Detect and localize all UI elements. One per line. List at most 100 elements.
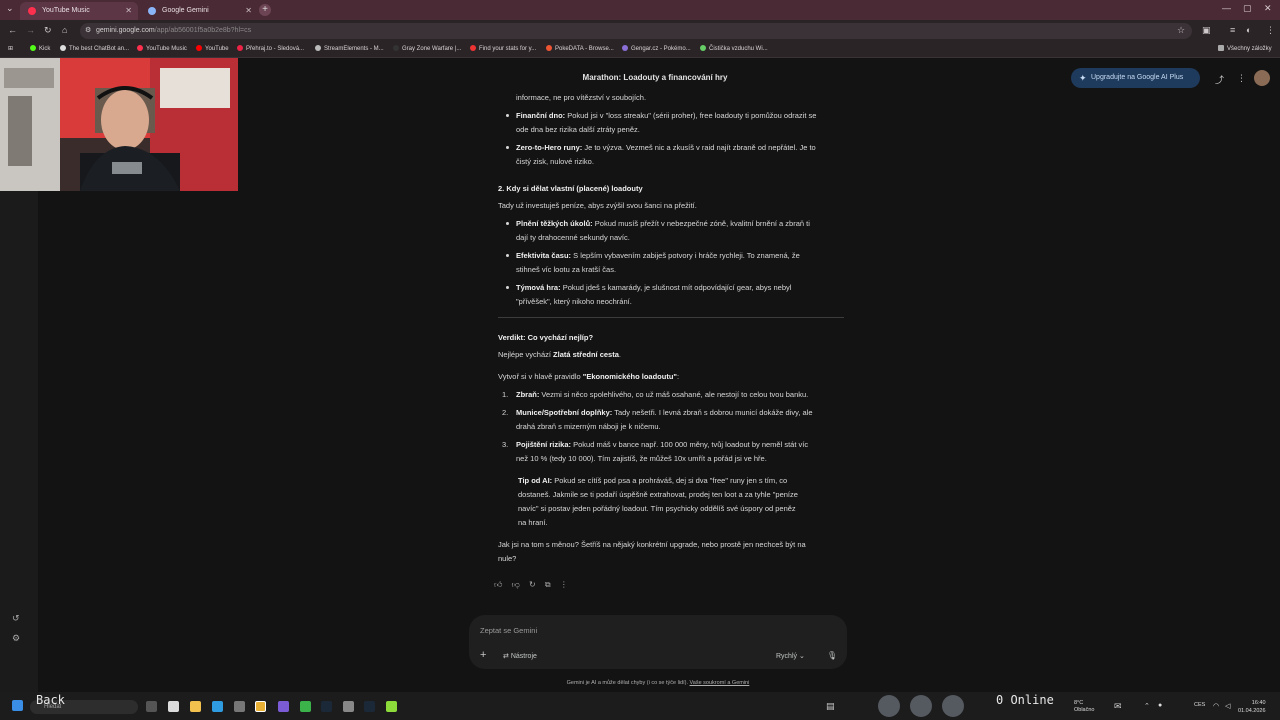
list-item-term: Plnění těžkých úkolů: (516, 219, 593, 228)
settings-icon[interactable]: ⚙ (12, 633, 20, 644)
thumbs-up-icon[interactable]: 👍︎ (494, 580, 502, 589)
extensions-icon[interactable]: ▣ (1202, 25, 1211, 36)
heading-text: 2. Kdy si dělat vlastní (placené) loadou… (498, 184, 643, 193)
chat-icon[interactable]: ▤ (826, 701, 837, 712)
minimize-icon[interactable]: — (1222, 3, 1231, 13)
chevron-down-icon: ⌄ (798, 653, 805, 660)
close-icon[interactable]: ✕ (245, 2, 252, 20)
new-tab-button[interactable]: + (259, 4, 271, 16)
numbered-item: 2. Munice/Spotřební doplňky: Tady nešetř… (502, 406, 846, 434)
app-icon[interactable] (343, 701, 354, 712)
bookmark-stats[interactable]: Find your stats for y... (470, 42, 536, 57)
bookmark-label: Kick (39, 46, 51, 52)
bookmark-chatbot[interactable]: The best ChatBot an... (60, 42, 129, 57)
steam-icon[interactable] (321, 701, 332, 712)
privacy-link[interactable]: Vaše soukromí a Gemini (690, 680, 750, 686)
tab-google-gemini[interactable]: Google Gemini ✕ (140, 2, 258, 20)
prompt-input[interactable] (480, 624, 820, 636)
overlay-button[interactable] (878, 695, 900, 717)
xbox-icon[interactable] (300, 701, 311, 712)
mail-icon[interactable]: ✉ (1114, 701, 1125, 712)
tools-button[interactable]: ⇄ Nástroje (503, 652, 537, 660)
edge-icon[interactable] (212, 701, 223, 712)
weather-widget[interactable]: 8°C Oblačno (1074, 700, 1095, 714)
discord-icon[interactable] (278, 701, 289, 712)
overlay-back-text: Back (36, 693, 65, 707)
language-indicator[interactable]: CES (1194, 702, 1205, 708)
overlay-button[interactable] (942, 695, 964, 717)
bookmark-label: YouTube Music (146, 46, 187, 52)
more-options-icon[interactable]: ⋮ (1237, 73, 1246, 84)
back-icon[interactable]: ← (8, 25, 17, 35)
bookmark-kick[interactable]: Kick (30, 42, 50, 57)
list-item-text: Je to výzva. Vezmeš nic a zkusíš v raid … (582, 143, 816, 152)
bookmark-star-icon[interactable]: ☆ (1177, 25, 1185, 36)
share-icon[interactable]: ⤴ (1215, 73, 1224, 86)
tools-icon: ⇄ (503, 653, 509, 660)
bookmark-prehraj[interactable]: Přehraj.to - Sledová... (237, 42, 304, 57)
overlay-button[interactable] (910, 695, 932, 717)
list-item-text: "přívěšek", který nikoho neochrání. (516, 297, 632, 306)
chrome-icon[interactable] (255, 701, 266, 712)
steam-icon[interactable] (364, 701, 375, 712)
bookmark-streamelements[interactable]: StreamElements - M... (315, 42, 384, 57)
bookmark-label: Gengar.cz - Pokémo... (631, 46, 691, 52)
forward-icon[interactable]: → (26, 25, 35, 35)
file-explorer-icon[interactable] (190, 701, 201, 712)
bookmark-youtube-music[interactable]: YouTube Music (137, 42, 187, 57)
menu-icon[interactable]: ⋮ (1266, 25, 1275, 36)
copy-icon[interactable]: ⧉ (545, 580, 551, 589)
thumbs-down-icon[interactable]: 👎︎ (512, 580, 520, 589)
maximize-icon[interactable]: ▢ (1243, 3, 1252, 14)
app-icon[interactable] (234, 701, 245, 712)
avatar[interactable] (1254, 70, 1270, 86)
volume-icon[interactable]: ◁ (1225, 702, 1230, 710)
home-icon[interactable]: ⌂ (62, 25, 67, 35)
bookmark-all[interactable]: Všechny záložky (1218, 42, 1272, 57)
list-item-term: Zbraň: (516, 390, 540, 399)
reload-icon[interactable]: ↻ (44, 25, 52, 36)
mode-label: Rychlý (776, 653, 798, 660)
calculator-icon[interactable] (168, 701, 179, 712)
bookmark-gengar[interactable]: Gengar.cz - Pokémo... (622, 42, 691, 57)
close-icon[interactable]: ✕ (125, 2, 132, 20)
tray-app-icon[interactable]: ● (1158, 702, 1162, 709)
bookmark-pokedata[interactable]: PokeDATA - Browse... (546, 42, 614, 57)
tip-term: Tip od AI: (518, 476, 553, 485)
tab-search-icon[interactable]: ⌄ (6, 3, 14, 14)
overlay-online-text: 0 Online (996, 693, 1054, 707)
paragraph-text: Vytvoř si v hlavě pravidlo (498, 372, 583, 381)
start-icon[interactable] (12, 700, 23, 711)
profile-icon[interactable]: ◐ (1246, 25, 1251, 35)
media-icon[interactable]: ≡ (1230, 25, 1235, 35)
list-item-text: Pokud jsi v "loss streaku" (sérii proher… (565, 111, 817, 120)
tab-youtube-music[interactable]: YouTube Music ✕ (20, 2, 138, 20)
paragraph-text: : (676, 372, 680, 381)
microphone-icon[interactable]: 🎙︎ (827, 651, 837, 660)
regenerate-icon[interactable]: ↻ (529, 580, 536, 589)
disclaimer: Gemini je AI a může dělat chyby (i co se… (469, 680, 847, 686)
apps-icon[interactable]: ⊞ (8, 42, 13, 57)
add-icon[interactable]: + (480, 649, 486, 661)
wifi-icon[interactable]: ◠ (1213, 702, 1219, 710)
site-info-icon[interactable]: ⚙ (85, 23, 91, 39)
upgrade-button[interactable]: ✦ Upgradujte na Google AI Plus (1071, 68, 1200, 88)
task-view-icon[interactable] (146, 701, 157, 712)
divider (498, 317, 844, 318)
mode-selector[interactable]: Rychlý ⌄ (776, 652, 805, 660)
close-window-icon[interactable]: ✕ (1264, 3, 1272, 14)
list-item: Finanční dno: Pokud jsi v "loss streaku"… (506, 109, 846, 137)
tray-chevron-icon[interactable]: ⌃ (1144, 702, 1150, 710)
clock-date: 01.04.2026 (1238, 708, 1266, 714)
more-icon[interactable]: ⋮ (560, 580, 568, 589)
bookmark-cisticka[interactable]: Čistička vzduchu Wi... (700, 42, 768, 57)
bullet-icon (506, 286, 509, 289)
paragraph: Vytvoř si v hlavě pravidlo "Ekonomického… (498, 370, 844, 384)
bookmark-youtube[interactable]: YouTube (196, 42, 229, 57)
app-icon[interactable] (386, 701, 397, 712)
history-icon[interactable]: ↺ (12, 613, 20, 624)
bullet-icon (506, 254, 509, 257)
bookmark-gray-zone[interactable]: Gray Zone Warfare |... (393, 42, 461, 57)
address-bar[interactable]: ⚙ gemini.google.com/app/ab56001f5a0b2e8b… (80, 23, 1192, 39)
clock[interactable]: 16:40 01.04.2026 (1238, 699, 1266, 715)
